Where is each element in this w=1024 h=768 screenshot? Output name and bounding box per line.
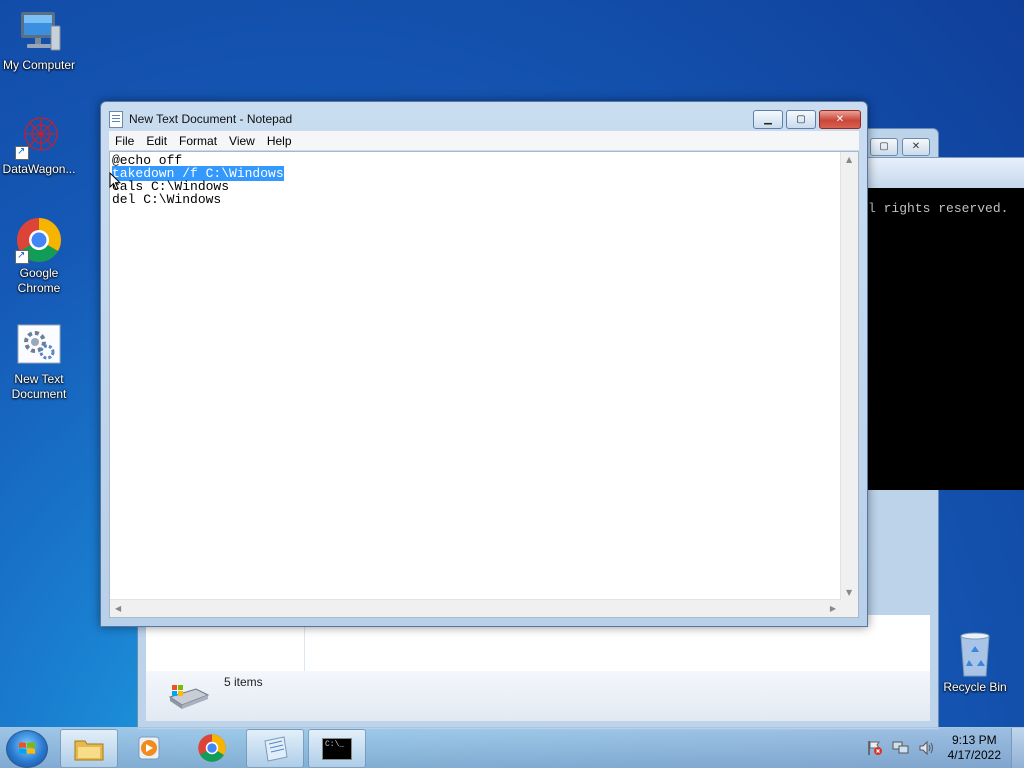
console-title-bar[interactable] xyxy=(866,158,1024,187)
folder-icon xyxy=(74,740,104,760)
media-player-icon xyxy=(138,736,160,759)
computer-icon xyxy=(15,8,63,56)
minimize-button[interactable]: ▁ xyxy=(753,110,783,129)
console-icon-label: C:\_ xyxy=(325,739,345,749)
system-tray: 9:13 PM 4/17/2022 xyxy=(862,728,1024,768)
scroll-down-arrow-icon[interactable]: ▼ xyxy=(846,588,852,597)
editor-text[interactable]: @echo off takedown /f C:\Windows cals C:\W… xyxy=(112,154,840,599)
datawagon-logo-icon xyxy=(15,112,63,160)
text-line: cals C:\Windows xyxy=(112,179,230,194)
scroll-up-arrow-icon[interactable]: ▲ xyxy=(846,155,852,164)
notepad-icon xyxy=(109,110,123,128)
close-button[interactable]: ✕ xyxy=(902,138,930,156)
window-title: New Text Document - Notepad xyxy=(129,112,293,126)
taskbar-clock[interactable]: 9:13 PM 4/17/2022 xyxy=(948,733,1001,763)
chrome-icon xyxy=(15,216,63,264)
notepad-window[interactable]: New Text Document - Notepad ▁ ▢ ✕ File E… xyxy=(100,101,868,627)
resize-grip[interactable] xyxy=(841,600,858,617)
text-line: del C:\Windows xyxy=(112,192,222,207)
menu-format[interactable]: Format xyxy=(173,134,223,148)
network-icon[interactable] xyxy=(892,740,910,756)
notepad-icon xyxy=(264,735,288,762)
text-editor[interactable]: @echo off takedown /f C:\Windows cals C:\W… xyxy=(109,151,859,618)
volume-icon[interactable] xyxy=(918,740,936,756)
show-desktop-button[interactable] xyxy=(1011,728,1024,768)
mouse-cursor-icon xyxy=(109,172,121,191)
menu-view[interactable]: View xyxy=(223,134,261,148)
maximize-button[interactable]: ▢ xyxy=(870,138,898,156)
desktop-icon-my-computer[interactable]: My Computer xyxy=(0,8,78,73)
notepad-title-bar[interactable]: New Text Document - Notepad xyxy=(109,110,292,128)
menu-bar: File Edit Format View Help xyxy=(109,131,859,150)
taskbar-media-player[interactable] xyxy=(122,729,178,766)
vertical-scrollbar[interactable]: ▲ ▼ xyxy=(840,152,858,600)
taskbar-chrome[interactable] xyxy=(184,729,240,766)
chrome-icon xyxy=(198,733,226,762)
desktop-icon-new-text-document[interactable]: New Text Document xyxy=(0,322,78,402)
item-count: 5 items xyxy=(224,675,263,689)
scroll-left-arrow-icon[interactable]: ◀ xyxy=(115,604,121,613)
desktop-icon-label: DataWagon... xyxy=(2,162,76,176)
desktop-icon-label: New Text Document xyxy=(11,372,67,401)
menu-edit[interactable]: Edit xyxy=(140,134,173,148)
menu-help[interactable]: Help xyxy=(261,134,298,148)
windows-logo-icon xyxy=(19,742,35,754)
scroll-right-arrow-icon[interactable]: ▶ xyxy=(830,604,836,613)
console-output: l rights reserved. xyxy=(868,188,1024,490)
menu-file[interactable]: File xyxy=(109,134,140,148)
desktop-icon-datawagon[interactable]: DataWagon... xyxy=(0,112,78,177)
horizontal-scrollbar[interactable]: ◀ ▶ xyxy=(110,599,841,617)
desktop-icon-label: My Computer xyxy=(2,58,76,72)
taskbar-explorer[interactable] xyxy=(60,729,118,768)
taskbar: C:\_ 9:13 PM 4/17/2022 xyxy=(0,727,1024,768)
console-window[interactable]: l rights reserved. xyxy=(866,157,1024,490)
action-center-flag-icon[interactable] xyxy=(866,740,884,756)
drive-icon xyxy=(166,681,210,711)
desktop-icon-google-chrome[interactable]: Google Chrome xyxy=(0,216,78,296)
settings-document-icon xyxy=(15,322,63,370)
maximize-button[interactable]: ▢ xyxy=(786,110,816,129)
clock-time: 9:13 PM xyxy=(951,733,997,747)
desktop-icon-recycle-bin[interactable]: Recycle Bin xyxy=(936,630,1014,695)
shortcut-arrow-icon xyxy=(15,248,29,264)
close-button[interactable]: ✕ xyxy=(819,110,861,129)
command-prompt-icon: C:\_ xyxy=(322,737,352,760)
start-button[interactable] xyxy=(6,730,48,768)
recycle-bin-icon xyxy=(951,630,999,678)
taskbar-command-prompt[interactable]: C:\_ xyxy=(308,729,366,768)
taskbar-notepad[interactable] xyxy=(246,729,304,768)
explorer-details-pane: 5 items xyxy=(146,671,930,721)
desktop-icon-label: Recycle Bin xyxy=(943,680,1007,694)
clock-date: 4/17/2022 xyxy=(947,748,1001,762)
shortcut-arrow-icon xyxy=(15,144,29,160)
desktop-icon-label: Google Chrome xyxy=(17,266,61,295)
